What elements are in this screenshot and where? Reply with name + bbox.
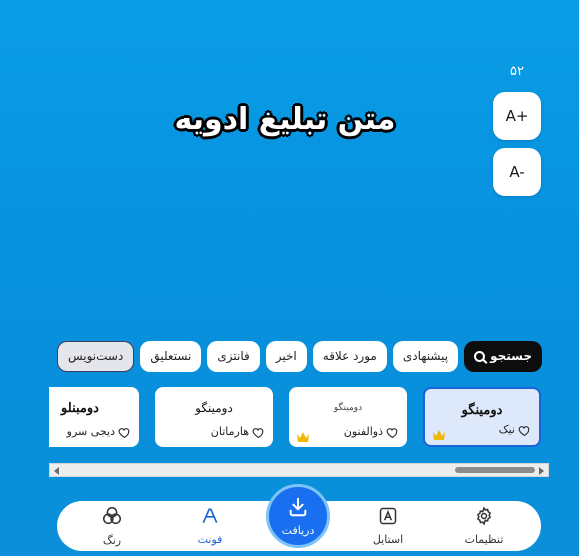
font-name: دیجی سرو bbox=[66, 425, 115, 438]
favorite-heart-icon[interactable] bbox=[118, 426, 131, 439]
font-sample: دومینگو bbox=[333, 403, 363, 413]
font-sample: دومبنلو bbox=[61, 401, 99, 416]
favorite-heart-icon[interactable] bbox=[252, 426, 265, 439]
scroll-left-arrow-icon[interactable] bbox=[54, 467, 59, 475]
increase-font-size-button[interactable]: A+ bbox=[493, 92, 541, 140]
nav-settings-label: تنظیمات bbox=[464, 533, 504, 546]
premium-crown-icon bbox=[432, 426, 446, 440]
filter-chip-nastaliq[interactable]: نستعلیق bbox=[140, 340, 202, 372]
text-style-icon bbox=[378, 506, 398, 530]
download-button-label: دریافت bbox=[281, 523, 315, 537]
font-list: دومینگو نیک دومینگو ذوالفنون دومینگو هار… bbox=[49, 387, 549, 450]
premium-crown-icon bbox=[296, 428, 310, 442]
font-icon bbox=[200, 506, 220, 530]
search-button[interactable]: جستجو bbox=[464, 340, 542, 372]
download-button[interactable]: دریافت bbox=[266, 484, 330, 548]
filter-chip-suggested[interactable]: پیشنهادی bbox=[392, 340, 459, 372]
font-sample: دومینگو bbox=[461, 403, 503, 418]
search-button-label: جستجو bbox=[490, 349, 532, 363]
font-sample: دومینگو bbox=[195, 401, 233, 415]
favorite-heart-icon[interactable] bbox=[518, 424, 531, 437]
filter-chip-favorites[interactable]: مورد علاقه bbox=[312, 340, 387, 372]
nav-font-label: فونت bbox=[197, 533, 223, 546]
download-icon bbox=[287, 496, 309, 522]
nav-settings[interactable]: تنظیمات bbox=[449, 501, 519, 551]
nav-font[interactable]: فونت bbox=[175, 501, 245, 551]
favorite-heart-icon[interactable] bbox=[386, 426, 399, 439]
color-palette-icon bbox=[101, 505, 123, 531]
font-card-digi-sarv[interactable]: دومبنلو دیجی سرو bbox=[49, 387, 139, 447]
nav-style-label: استایل bbox=[372, 533, 404, 546]
font-card-zolfonoon[interactable]: دومینگو ذوالفنون bbox=[289, 387, 407, 447]
decrease-font-size-button[interactable]: A- bbox=[493, 148, 541, 196]
font-size-readout: ۵۲ bbox=[510, 64, 524, 79]
font-name: نیک bbox=[498, 423, 515, 436]
scrollbar-thumb[interactable] bbox=[455, 467, 535, 473]
filter-chip-fantasy[interactable]: فانتزی bbox=[207, 340, 260, 372]
font-filter-bar: جستجو پیشنهادی مورد علاقه اخیر فانتزی نس… bbox=[49, 340, 542, 372]
filter-chip-recent[interactable]: اخیر bbox=[265, 340, 307, 372]
horizontal-scrollbar[interactable] bbox=[49, 463, 549, 477]
preview-text[interactable]: متن تبلیغ ادویه bbox=[130, 102, 440, 137]
nav-style[interactable]: استایل bbox=[353, 501, 423, 551]
nav-color[interactable]: رنگ bbox=[77, 501, 147, 551]
nav-color-label: رنگ bbox=[102, 534, 122, 547]
scroll-right-arrow-icon[interactable] bbox=[539, 467, 544, 475]
font-card-nik[interactable]: دومینگو نیک bbox=[423, 387, 541, 447]
filter-chip-handwritten[interactable]: دست‌نویس bbox=[56, 340, 135, 372]
font-name: هارماتان bbox=[210, 425, 249, 438]
search-icon bbox=[474, 350, 486, 362]
font-card-harmatan[interactable]: دومینگو هارماتان bbox=[155, 387, 273, 447]
font-name: ذوالفنون bbox=[343, 425, 383, 438]
gear-icon bbox=[474, 506, 494, 530]
